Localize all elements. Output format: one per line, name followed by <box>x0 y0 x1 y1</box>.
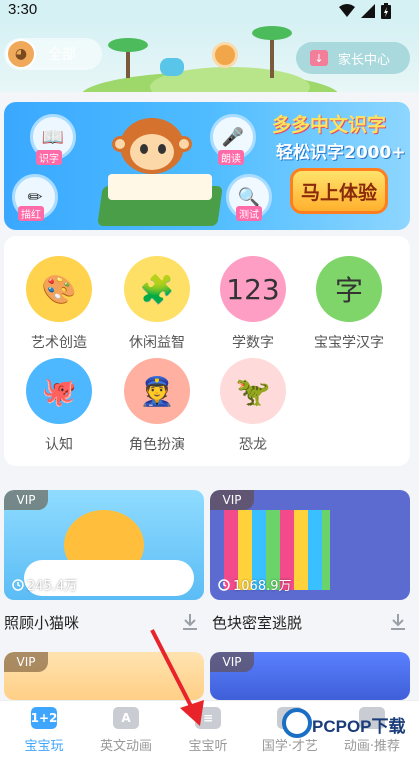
game-card-cat-care[interactable]: VIP 245.4万 <box>4 490 204 600</box>
clock-icon <box>218 578 230 591</box>
cognition-icon: 🐙 <box>26 358 92 424</box>
wifi-icon <box>339 4 355 17</box>
system-icons <box>339 3 391 19</box>
play-tab-icon: 1+2 <box>31 707 57 729</box>
nav-label: 宝宝玩 <box>24 739 64 754</box>
bubble-label: 描红 <box>18 206 44 221</box>
try-now-button[interactable]: 马上体验 <box>290 168 388 214</box>
bubble-label: 测试 <box>236 206 262 221</box>
category-item-roleplay[interactable]: 👮 角色扮演 <box>112 358 202 458</box>
vip-badge: VIP <box>4 652 48 672</box>
monkey-mascot-icon <box>212 42 238 68</box>
category-item-puzzle[interactable]: 🧩 休闲益智 <box>112 256 202 356</box>
banner-subtitle: 轻松识字2000+ <box>276 143 406 163</box>
nav-label: 国学·才艺 <box>261 739 319 754</box>
dinosaur-icon: 🦖 <box>220 358 286 424</box>
avatar: ◕ <box>6 39 36 69</box>
category-label: 休闲益智 <box>129 335 185 351</box>
status-time: 3:30 <box>8 1 38 18</box>
vip-badge: VIP <box>4 490 48 510</box>
download-icon[interactable] <box>180 612 200 632</box>
play-count: 1068.9万 <box>218 575 292 594</box>
profile-label: 全部 <box>48 47 76 63</box>
category-item-hanzi[interactable]: 字 宝宝学汉字 <box>304 256 394 356</box>
roleplay-icon: 👮 <box>124 358 190 424</box>
nav-label: 动画·推荐 <box>343 739 401 754</box>
category-label: 角色扮演 <box>129 437 185 453</box>
game-card[interactable]: VIP <box>4 652 204 700</box>
culture-tab-icon <box>277 707 303 729</box>
nav-tab-english-animation[interactable]: A 英文动画 <box>84 707 168 757</box>
status-bar: 3:30 <box>0 0 419 22</box>
category-item-dinosaur[interactable]: 🦖 恐龙 <box>208 358 298 458</box>
nav-tab-listen[interactable]: ≡ 宝宝听 <box>166 707 250 757</box>
category-label: 宝宝学汉字 <box>314 335 384 351</box>
play-count: 245.4万 <box>12 575 77 594</box>
english-tab-icon: A <box>113 707 139 729</box>
vip-badge: VIP <box>210 490 254 510</box>
category-item-art[interactable]: 🎨 艺术创造 <box>14 256 104 356</box>
listen-tab-icon: ≡ <box>195 707 221 729</box>
game-title[interactable]: 照顾小猫咪 <box>4 612 79 633</box>
nav-tab-play[interactable]: 1+2 宝宝玩 <box>2 707 86 757</box>
clock-icon <box>12 578 24 591</box>
nav-tab-recommend[interactable]: 动画·推荐 <box>330 707 414 757</box>
parent-center-button[interactable]: ↓ 家长中心 <box>296 42 410 74</box>
recommend-tab-icon <box>359 707 385 729</box>
signal-icon <box>361 4 375 18</box>
nav-tab-culture[interactable]: 国学·才艺 <box>248 707 332 757</box>
category-item-cognition[interactable]: 🐙 认知 <box>14 358 104 458</box>
palm-leaf <box>252 26 292 40</box>
game-card[interactable]: VIP <box>210 652 410 700</box>
category-item-numbers[interactable]: 123 学数字 <box>208 256 298 356</box>
nav-label: 宝宝听 <box>188 739 228 754</box>
category-grid: 🎨 艺术创造 🧩 休闲益智 123 学数字 字 宝宝学汉字 🐙 认知 👮 角色扮… <box>4 236 410 466</box>
category-label: 认知 <box>45 437 73 453</box>
puzzle-icon: 🧩 <box>124 256 190 322</box>
number-icon: 123 <box>220 256 286 322</box>
banner-title: 多多中文识字 <box>272 114 387 136</box>
game-title[interactable]: 色块密室逃脱 <box>212 612 302 633</box>
bottom-nav: 1+2 宝宝玩 A 英文动画 ≡ 宝宝听 国学·才艺 动画·推荐 <box>0 700 419 758</box>
palm-leaf <box>108 38 148 52</box>
vip-badge: VIP <box>210 652 254 672</box>
profile-switcher[interactable]: ◕ 全部 <box>4 38 102 70</box>
download-icon[interactable] <box>388 612 408 632</box>
nav-label: 英文动画 <box>99 739 152 754</box>
hanzi-icon: 字 <box>316 256 382 322</box>
category-label: 艺术创造 <box>31 335 87 351</box>
category-label: 学数字 <box>232 335 274 351</box>
parent-center-icon: ↓ <box>310 50 328 66</box>
parent-center-label: 家长中心 <box>338 52 391 68</box>
elephant-icon <box>160 58 184 76</box>
play-count-value: 245.4万 <box>27 579 78 594</box>
game-card-color-block-escape[interactable]: VIP 1068.9万 <box>210 490 410 600</box>
bubble-label: 朗读 <box>218 150 244 165</box>
category-label: 恐龙 <box>239 437 267 453</box>
monkey-mascot-illustration <box>112 118 192 190</box>
battery-icon <box>381 3 391 19</box>
play-count-value: 1068.9万 <box>233 579 292 594</box>
art-icon: 🎨 <box>26 256 92 322</box>
promo-banner[interactable]: 📖 识字 🎤 朗读 ✏ 描红 🔍 测试 多多中文识字 轻松识字2000+ 马上体… <box>4 102 410 230</box>
bubble-label: 识字 <box>36 150 62 165</box>
